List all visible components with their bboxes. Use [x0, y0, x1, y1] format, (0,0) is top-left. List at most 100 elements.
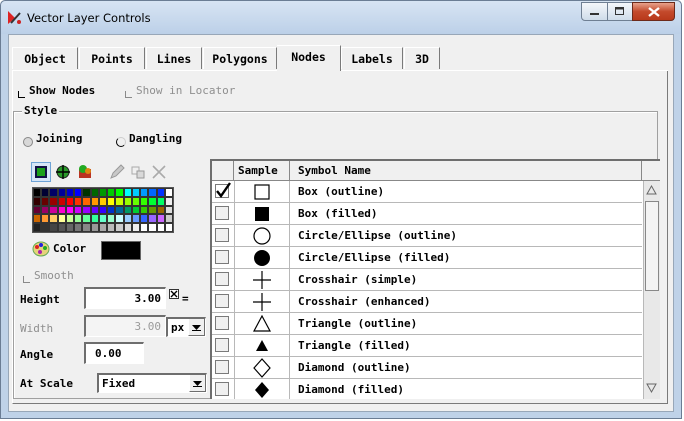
maximize-button[interactable] [607, 2, 633, 21]
palette-swatch[interactable] [49, 214, 58, 224]
row-select-checkbox[interactable] [215, 182, 231, 199]
unit-dropdown-arrow[interactable] [188, 319, 205, 336]
palette-swatch[interactable] [33, 188, 42, 197]
tab-labels[interactable]: Labels [341, 47, 403, 69]
table-row[interactable]: Box (filled) [212, 203, 642, 225]
row-select-checkbox[interactable] [215, 360, 229, 374]
palette-swatch[interactable] [41, 188, 50, 197]
copy-symbol-button[interactable] [128, 162, 148, 182]
tab-polygons[interactable]: Polygons [203, 47, 277, 69]
height-field[interactable]: 3.00 [84, 287, 166, 309]
palette-swatch[interactable] [156, 188, 165, 197]
tab-lines[interactable]: Lines [146, 47, 202, 69]
palette-swatch[interactable] [148, 196, 157, 206]
palette-swatch[interactable] [115, 196, 124, 206]
palette-swatch[interactable] [131, 223, 141, 232]
palette-swatch[interactable] [98, 196, 108, 206]
palette-swatch[interactable] [90, 196, 99, 206]
palette-swatch[interactable] [65, 188, 75, 197]
palette-swatch[interactable] [41, 214, 50, 224]
table-row[interactable]: Triangle (outline) [212, 313, 642, 335]
palette-swatch[interactable] [131, 188, 141, 197]
palette-swatch[interactable] [156, 214, 165, 224]
palette-swatch[interactable] [131, 205, 141, 215]
palette-swatch[interactable] [49, 196, 58, 206]
palette-swatch[interactable] [90, 205, 99, 215]
palette-swatch[interactable] [164, 223, 173, 232]
unit-select[interactable]: px [166, 317, 206, 337]
color-palette[interactable] [32, 187, 174, 233]
palette-swatch[interactable] [148, 223, 157, 232]
table-row[interactable]: Crosshair (enhanced) [212, 291, 642, 313]
minimize-button[interactable] [581, 2, 608, 21]
palette-swatch[interactable] [156, 223, 165, 232]
palette-swatch[interactable] [148, 205, 157, 215]
palette-swatch[interactable] [41, 205, 50, 215]
palette-swatch[interactable] [131, 214, 141, 224]
bitmap-symbol-button[interactable] [75, 162, 95, 182]
palette-swatch[interactable] [98, 188, 108, 197]
palette-swatch[interactable] [49, 205, 58, 215]
solid-symbol-button[interactable] [31, 162, 51, 182]
symbol-table-scrollbar[interactable] [643, 181, 660, 399]
palette-swatch[interactable] [107, 196, 116, 206]
row-select-checkbox[interactable] [215, 382, 229, 396]
palette-swatch[interactable] [107, 214, 116, 224]
dangling-radio[interactable] [116, 137, 126, 147]
symbol-name-column-header[interactable]: Symbol Name [290, 161, 642, 180]
palette-swatch[interactable] [74, 188, 83, 197]
palette-swatch[interactable] [156, 196, 165, 206]
edit-symbol-button[interactable] [107, 162, 127, 182]
palette-swatch[interactable] [115, 188, 124, 197]
palette-swatch[interactable] [82, 196, 91, 206]
show-in-locator-checkbox[interactable] [125, 91, 132, 98]
symbol-picker-button[interactable] [53, 162, 73, 182]
tab-points[interactable]: Points [79, 47, 145, 69]
palette-swatch[interactable] [140, 196, 149, 206]
palette-swatch[interactable] [123, 188, 132, 197]
palette-swatch[interactable] [123, 214, 132, 224]
palette-swatch[interactable] [33, 214, 42, 224]
palette-swatch[interactable] [164, 188, 173, 197]
table-row[interactable]: Diamond (outline) [212, 357, 642, 379]
palette-swatch[interactable] [140, 223, 149, 232]
palette-swatch[interactable] [90, 223, 99, 232]
palette-swatch[interactable] [57, 196, 66, 206]
palette-swatch[interactable] [74, 205, 83, 215]
palette-swatch[interactable] [140, 205, 149, 215]
table-row[interactable]: Circle/Ellipse (outline) [212, 225, 642, 247]
row-select-checkbox[interactable] [215, 250, 229, 264]
palette-swatch[interactable] [74, 214, 83, 224]
smooth-checkbox[interactable] [23, 276, 30, 283]
palette-swatch[interactable] [148, 214, 157, 224]
palette-swatch[interactable] [74, 196, 83, 206]
tab-object[interactable]: Object [12, 47, 78, 69]
palette-swatch[interactable] [107, 188, 116, 197]
close-button[interactable] [632, 2, 675, 21]
at-scale-dropdown-arrow[interactable] [189, 375, 206, 392]
palette-swatch[interactable] [164, 214, 173, 224]
palette-swatch[interactable] [57, 214, 66, 224]
row-select-checkbox[interactable] [215, 316, 229, 330]
palette-swatch[interactable] [41, 196, 50, 206]
palette-swatch[interactable] [65, 205, 75, 215]
palette-swatch[interactable] [57, 205, 66, 215]
palette-swatch[interactable] [140, 188, 149, 197]
palette-swatch[interactable] [123, 223, 132, 232]
palette-swatch[interactable] [123, 205, 132, 215]
palette-swatch[interactable] [156, 205, 165, 215]
delete-symbol-button[interactable] [149, 162, 169, 182]
palette-swatch[interactable] [98, 205, 108, 215]
palette-swatch[interactable] [115, 214, 124, 224]
row-select-checkbox[interactable] [215, 206, 229, 220]
palette-swatch[interactable] [115, 223, 124, 232]
palette-swatch[interactable] [148, 188, 157, 197]
show-nodes-checkbox[interactable] [18, 91, 25, 98]
table-row[interactable]: Crosshair (simple) [212, 269, 642, 291]
palette-swatch[interactable] [41, 223, 50, 232]
row-select-checkbox[interactable] [215, 294, 229, 308]
link-dimensions-checkbox[interactable] [169, 289, 179, 299]
palette-swatch[interactable] [33, 205, 42, 215]
title-bar[interactable]: Vector Layer Controls [1, 1, 681, 34]
palette-swatch[interactable] [65, 214, 75, 224]
